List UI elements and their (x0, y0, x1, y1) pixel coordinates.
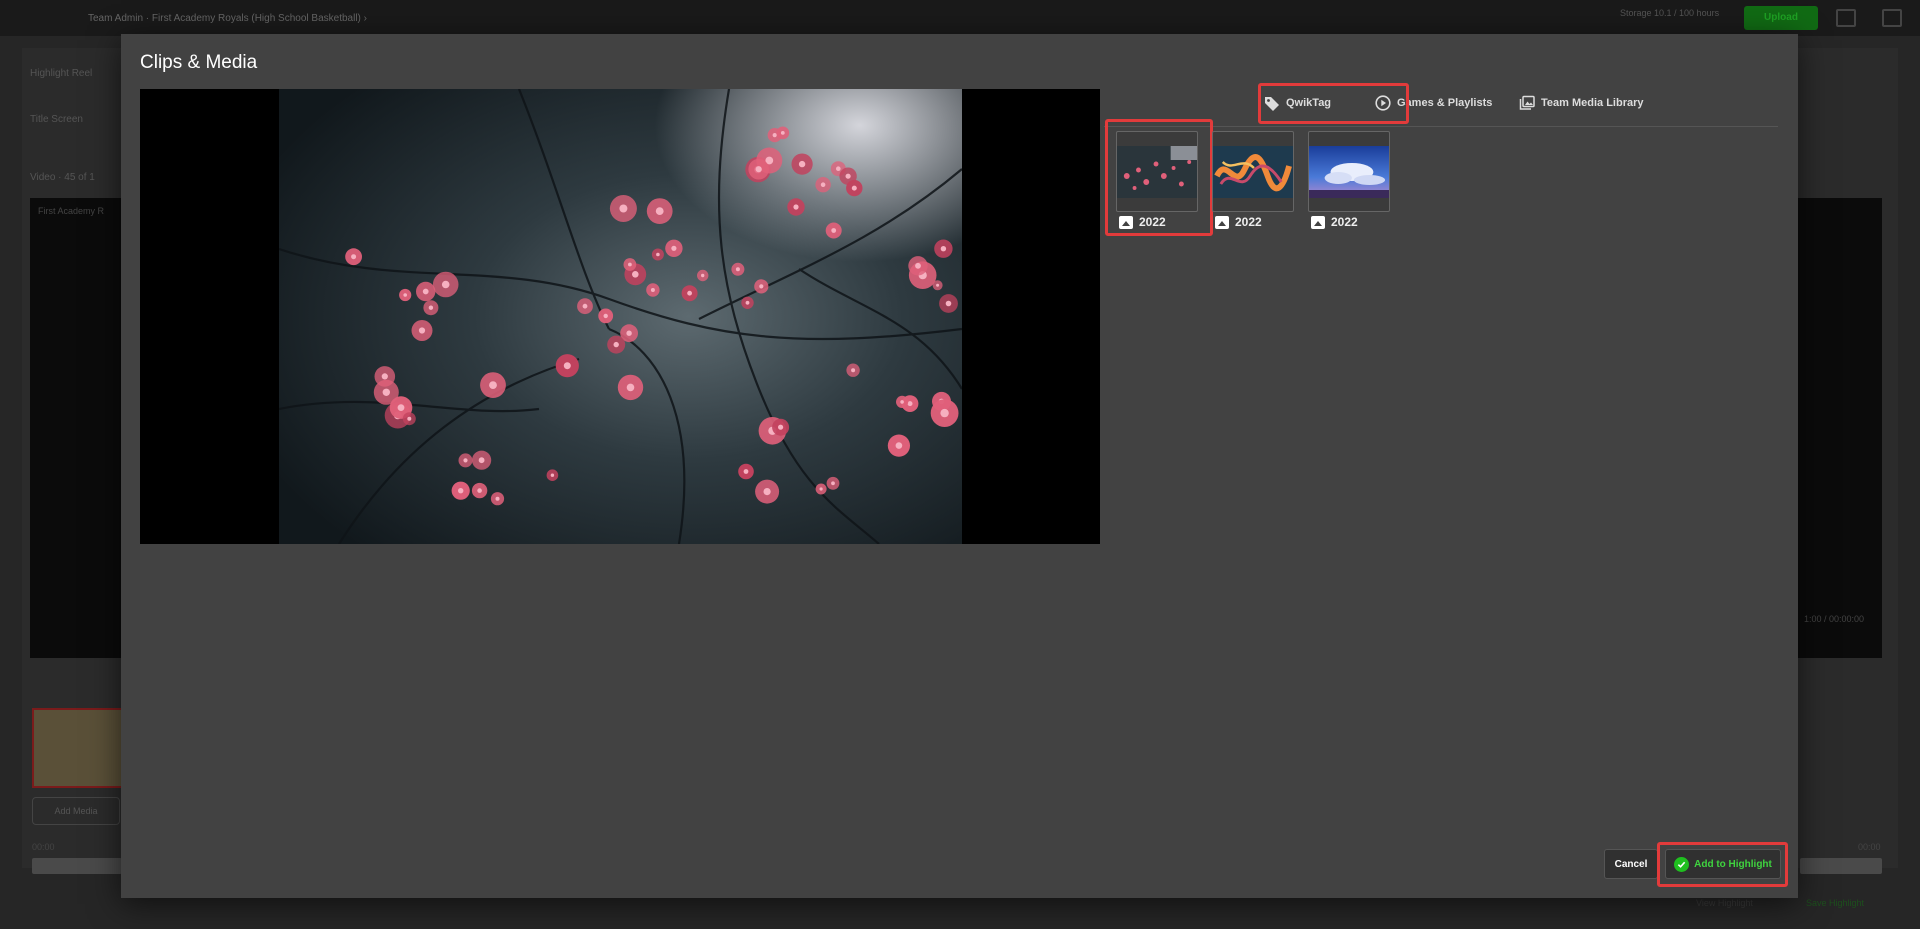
tab-qwiktag[interactable]: QwikTag (1264, 80, 1331, 125)
clips-media-modal: Clips & Media QwikTag Games & Playlists … (121, 34, 1798, 898)
storage-usage: Storage 10.1 / 100 hours (1620, 8, 1720, 18)
left-item-highlight: Highlight Reel (30, 68, 93, 79)
media-item-label: 2022 (1235, 215, 1262, 229)
image-icon (1119, 215, 1133, 229)
tab-label: Team Media Library (1541, 96, 1644, 109)
chat-icon (1836, 9, 1856, 27)
add-media-button: Add Media (32, 797, 120, 825)
save-highlight-label: Save Highlight (1806, 898, 1865, 908)
media-thumbnail (1116, 131, 1198, 212)
media-item[interactable]: 2022 (1308, 131, 1390, 229)
left-item-title: Title Screen (30, 114, 83, 125)
preview-image (279, 89, 962, 544)
modal-title: Clips & Media (140, 52, 258, 73)
media-item-label: 2022 (1139, 215, 1166, 229)
tab-label: Games & Playlists (1397, 96, 1493, 109)
tag-icon (1265, 96, 1279, 111)
gear-icon (1882, 9, 1902, 27)
media-item[interactable]: 2022 (1212, 131, 1294, 229)
add-to-highlight-button[interactable]: Add to Highlight (1665, 849, 1781, 879)
tab-team-media-library[interactable]: Team Media Library (1519, 80, 1644, 125)
media-preview (140, 89, 1100, 544)
background-video-player: First Academy R (30, 198, 130, 658)
image-icon (1311, 215, 1325, 229)
right-timecode: 1:00 / 00:00:00 (1804, 614, 1865, 624)
image-icon (1215, 215, 1229, 229)
tab-label: QwikTag (1286, 96, 1332, 109)
media-thumbnail (1308, 131, 1390, 212)
thumbnail-blossoms (1117, 145, 1197, 198)
background-progress-bar (32, 858, 122, 874)
right-video (1798, 198, 1882, 658)
view-highlight-label: View Highlight (1696, 898, 1753, 908)
play-circle-icon (1375, 94, 1391, 111)
breadcrumb: Team Admin · First Academy Royals (High … (88, 13, 367, 24)
cancel-button[interactable]: Cancel (1604, 849, 1658, 879)
add-to-highlight-label: Add to Highlight (1694, 858, 1772, 870)
media-thumbnail (1212, 131, 1294, 212)
check-circle-icon (1674, 856, 1690, 872)
upload-button: Upload (1744, 6, 1818, 30)
left-item-video: Video · 45 of 1 (30, 172, 95, 183)
thumbnail-abstract (1213, 145, 1293, 198)
media-item-label: 2022 (1331, 215, 1358, 229)
time-right: 00:00 (1858, 842, 1881, 852)
media-source-tabs: QwikTag Games & Playlists Team Media Lib… (1104, 80, 1778, 127)
background-clip-thumbnail (32, 708, 124, 788)
right-progress-bar (1800, 858, 1882, 874)
media-item[interactable]: 2022 (1105, 119, 1213, 236)
time-left: 00:00 (32, 842, 55, 852)
tab-games-playlists[interactable]: Games & Playlists (1375, 80, 1492, 125)
photo-library-icon (1519, 95, 1535, 110)
thumbnail-sky (1309, 145, 1389, 198)
video-caption: First Academy R (38, 206, 105, 216)
